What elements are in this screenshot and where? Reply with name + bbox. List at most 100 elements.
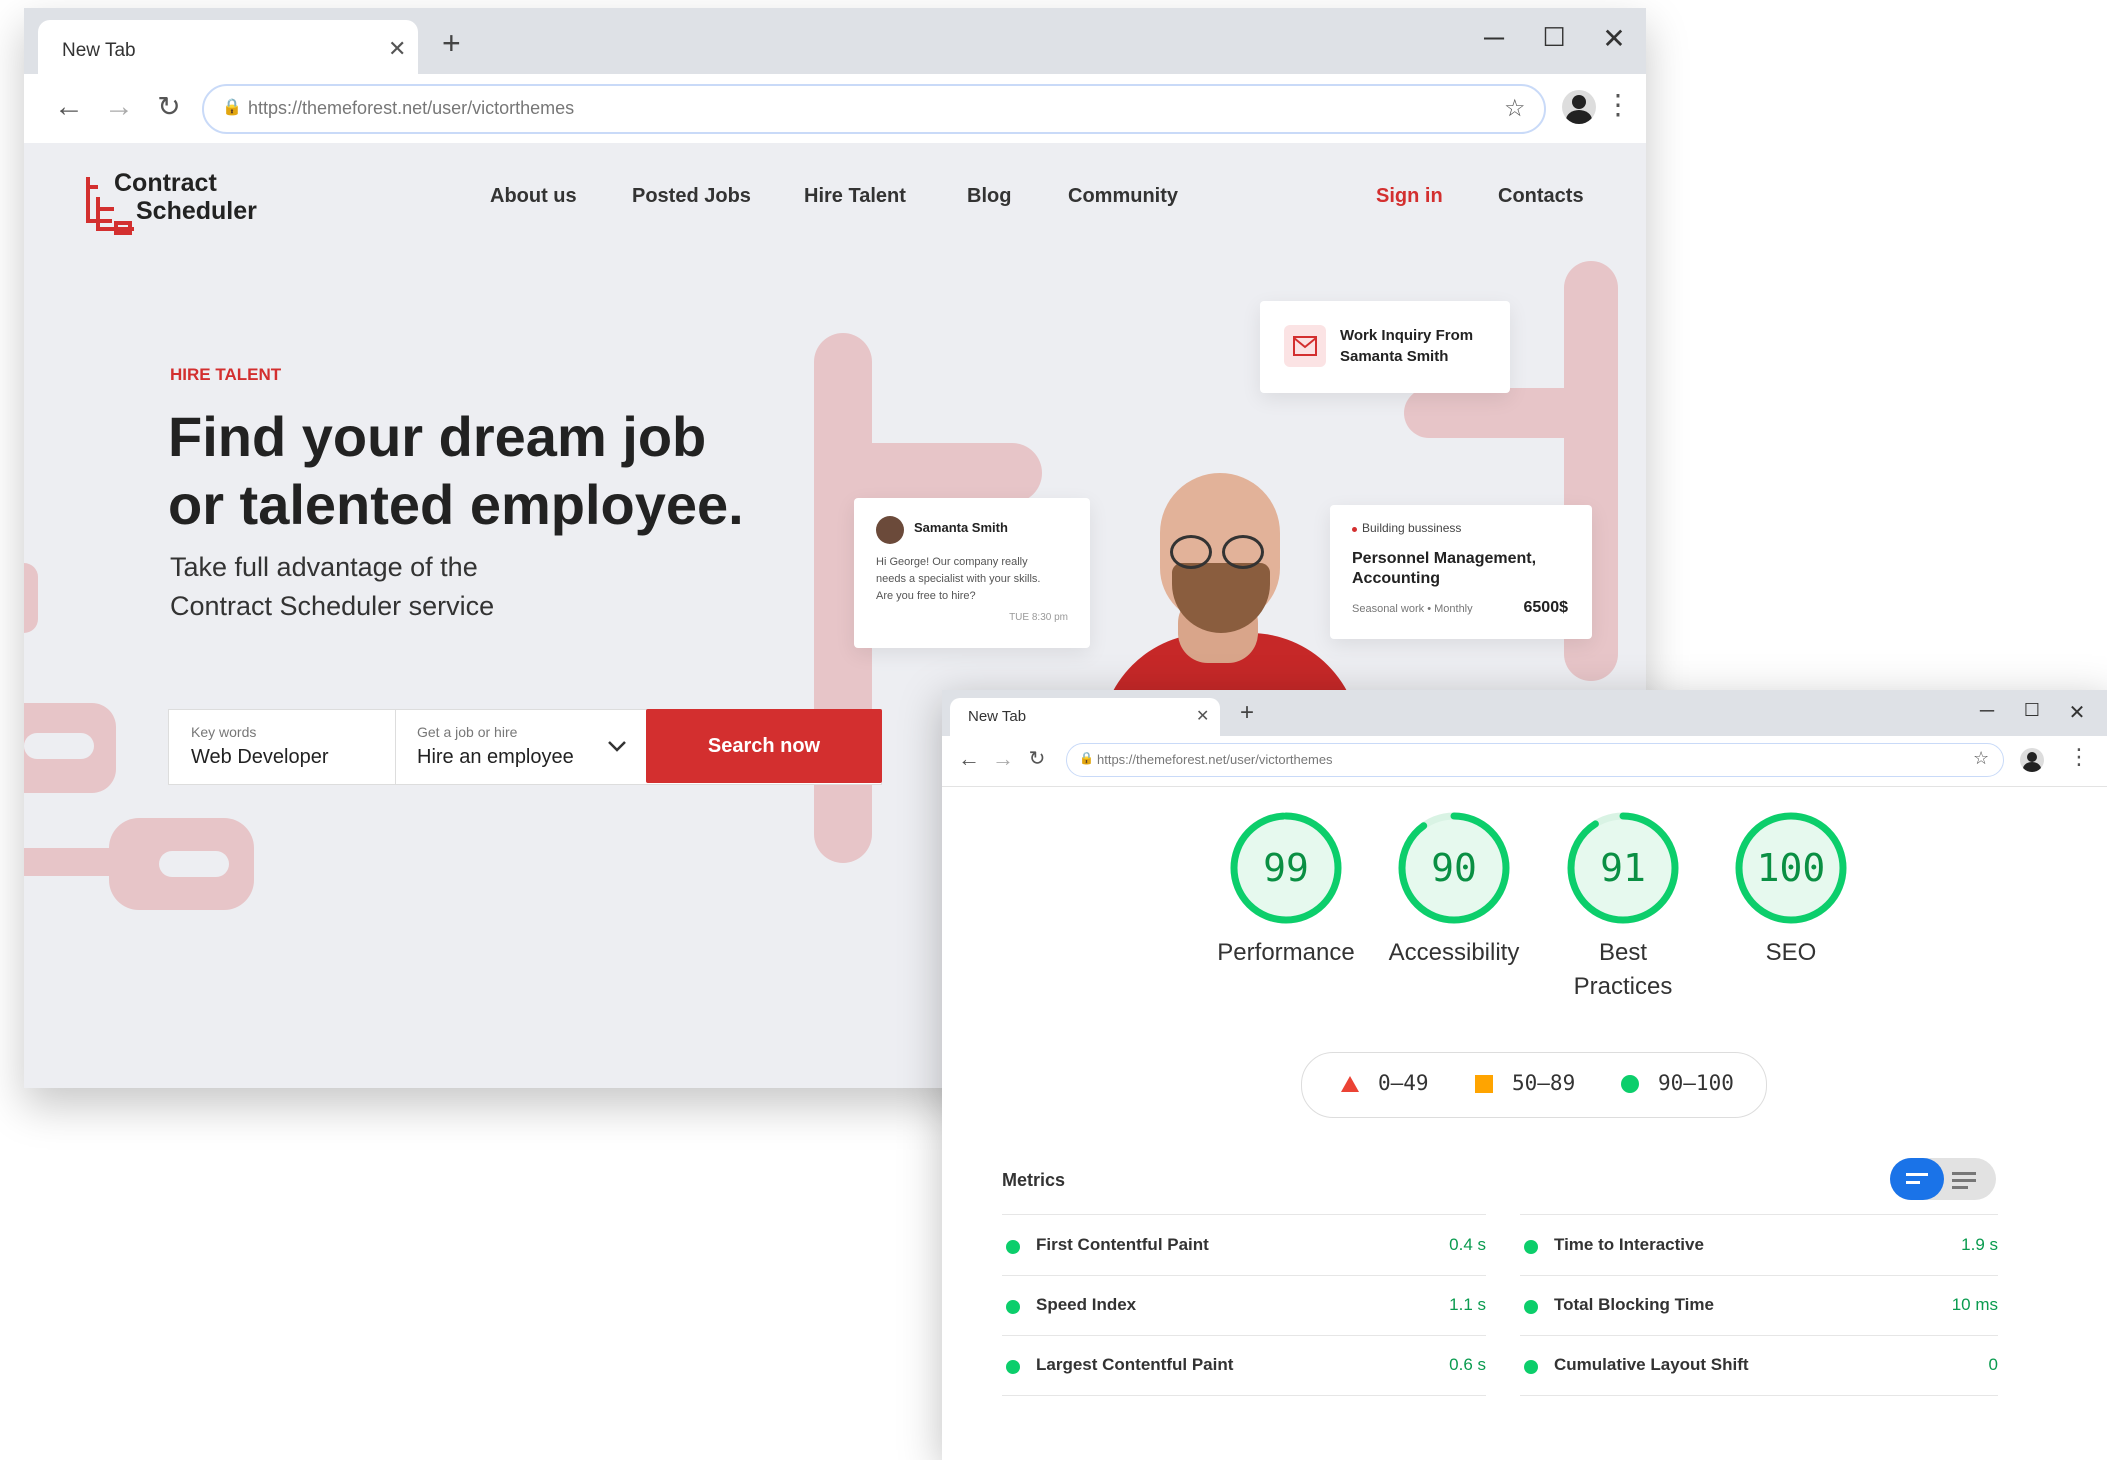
average-square-icon	[1475, 1075, 1493, 1093]
nav-blog[interactable]: Blog	[967, 185, 1011, 208]
report-browser-window: New Tab ✕ + ─ ☐ ✕ ← → ↻ 🔒 https://themef…	[942, 690, 2107, 1460]
person-glasses	[1222, 535, 1264, 569]
toggle-summary-view[interactable]	[1890, 1158, 1944, 1200]
decor-shape	[159, 851, 229, 877]
tab-title: New Tab	[968, 708, 1027, 725]
minimize-icon[interactable]: ─	[1474, 22, 1514, 54]
mail-icon-wrap	[1284, 325, 1326, 367]
score-value: 91	[1600, 846, 1646, 890]
close-window-icon[interactable]: ✕	[1594, 22, 1634, 55]
gauge-best-practices[interactable]: 91	[1563, 808, 1683, 928]
minimize-icon[interactable]: ─	[1972, 700, 2002, 723]
score-label-line2: Practices	[1573, 973, 1673, 1000]
maximize-icon[interactable]: ☐	[1534, 22, 1574, 53]
nav-contacts[interactable]: Contacts	[1498, 185, 1584, 208]
message-sender: Samanta Smith	[914, 520, 1008, 535]
inquiry-card: Work Inquiry From Samanta Smith	[1260, 301, 1510, 393]
hero-headline-line2: or talented employee.	[168, 473, 744, 536]
lock-icon: 🔒	[222, 99, 242, 116]
browser-toolbar: ← → ↻ 🔒 https://themeforest.net/user/vic…	[942, 736, 2107, 787]
tag-dot	[1352, 527, 1357, 532]
metric-name: Cumulative Layout Shift	[1554, 1355, 1749, 1374]
browser-tab[interactable]: New Tab ✕	[950, 698, 1220, 736]
close-window-icon[interactable]: ✕	[2062, 700, 2092, 725]
metric-name: First Contentful Paint	[1036, 1235, 1209, 1254]
legend-range-pass: 90–100	[1658, 1071, 1734, 1095]
forward-arrow-icon[interactable]: →	[102, 90, 136, 124]
message-line3: Are you free to hire?	[876, 590, 976, 602]
close-tab-icon[interactable]: ✕	[1196, 706, 1209, 726]
chevron-down-icon	[608, 741, 626, 752]
keywords-label: Key words	[191, 724, 257, 740]
job-card: Building bussiness Personnel Management,…	[1330, 505, 1592, 639]
view-toggle[interactable]	[1890, 1158, 1996, 1200]
gauge-accessibility[interactable]: 90	[1394, 808, 1514, 928]
decor-shape	[1404, 388, 1574, 438]
kebab-menu-icon[interactable]: ⋮	[2068, 744, 2090, 770]
search-now-button[interactable]: Search now	[646, 709, 882, 783]
profile-avatar-icon[interactable]	[2020, 748, 2044, 772]
reload-icon[interactable]: ↻	[1024, 746, 1050, 771]
nav-posted-jobs[interactable]: Posted Jobs	[632, 185, 751, 208]
gauge-performance[interactable]: 99	[1226, 808, 1346, 928]
metric-row: Cumulative Layout Shift 0	[1520, 1335, 1998, 1396]
reload-icon[interactable]: ↻	[152, 90, 186, 123]
new-tab-icon[interactable]: +	[442, 27, 461, 59]
message-line1: Hi George! Our company really	[876, 556, 1028, 568]
profile-avatar-icon[interactable]	[1562, 90, 1596, 124]
lock-icon: 🔒	[1079, 751, 1094, 765]
pass-circle-icon	[1524, 1240, 1538, 1254]
lighthouse-report: 99 Performance 90 Accessibility 91 Best Practi…	[942, 786, 2107, 1460]
close-tab-icon[interactable]: ✕	[388, 36, 406, 62]
bookmark-star-icon[interactable]: ☆	[1973, 748, 1989, 769]
metric-name: Time to Interactive	[1554, 1235, 1704, 1254]
hero-headline-line1: Find your dream job	[168, 405, 707, 468]
hero-subtitle-line2: Contract Scheduler service	[170, 591, 495, 621]
logo-text-line2: Scheduler	[136, 197, 257, 225]
decor-shape	[872, 443, 1042, 503]
metric-value: 1.1 s	[1449, 1295, 1486, 1314]
nav-about-us[interactable]: About us	[490, 185, 577, 208]
message-line2: needs a specialist with your skills.	[876, 573, 1041, 585]
message-card: Samanta Smith Hi George! Our company rea…	[854, 498, 1090, 648]
job-type-select[interactable]: Get a job or hire Hire an employee	[395, 710, 647, 784]
maximize-icon[interactable]: ☐	[2017, 700, 2047, 721]
metric-name: Total Blocking Time	[1554, 1295, 1714, 1314]
browser-tab[interactable]: New Tab ✕	[38, 20, 418, 74]
address-bar[interactable]: 🔒 https://themeforest.net/user/victorthe…	[202, 84, 1546, 134]
gauge-seo[interactable]: 100	[1731, 808, 1851, 928]
toggle-list-view-icon[interactable]	[1952, 1170, 1978, 1190]
decor-shape	[24, 563, 38, 633]
nav-community[interactable]: Community	[1068, 185, 1178, 208]
keywords-input[interactable]: Key words Web Developer	[169, 710, 396, 784]
score-legend: 0–49 50–89 90–100	[1301, 1052, 1767, 1118]
tab-strip: New Tab ✕ + ─ ☐ ✕	[942, 690, 2107, 736]
job-price: 6500$	[1523, 599, 1569, 616]
nav-sign-in[interactable]: Sign in	[1376, 185, 1443, 208]
address-bar[interactable]: 🔒 https://themeforest.net/user/victorthe…	[1066, 743, 2004, 777]
score-value: 90	[1431, 846, 1477, 890]
job-title: Personnel Management, Accounting	[1352, 549, 1536, 589]
metric-row: First Contentful Paint 0.4 s	[1002, 1215, 1486, 1276]
pass-circle-icon	[1621, 1075, 1639, 1093]
metric-row: Total Blocking Time 10 ms	[1520, 1275, 1998, 1336]
score-value: 100	[1756, 846, 1826, 890]
legend-range-fail: 0–49	[1378, 1071, 1429, 1095]
score-label-seo: SEO	[1691, 936, 1891, 970]
score-label-line1: SEO	[1765, 939, 1817, 966]
person-glasses	[1170, 535, 1212, 569]
kebab-menu-icon[interactable]: ⋮	[1604, 88, 1632, 121]
score-value: 99	[1263, 846, 1309, 890]
new-tab-icon[interactable]: +	[1240, 701, 1254, 725]
forward-arrow-icon[interactable]: →	[990, 746, 1016, 772]
bookmark-star-icon[interactable]: ☆	[1504, 94, 1526, 123]
avatar	[876, 516, 904, 544]
pass-circle-icon	[1006, 1300, 1020, 1314]
hero-subtitle-line1: Take full advantage of the	[170, 552, 478, 582]
back-arrow-icon[interactable]: ←	[52, 90, 86, 124]
browser-toolbar: ← → ↻ 🔒 https://themeforest.net/user/vic…	[24, 74, 1646, 144]
inquiry-line2: Samanta Smith	[1340, 348, 1449, 365]
back-arrow-icon[interactable]: ←	[956, 746, 982, 772]
nav-hire-talent[interactable]: Hire Talent	[804, 185, 906, 208]
url-text: https://themeforest.net/user/victortheme…	[1097, 752, 1333, 767]
